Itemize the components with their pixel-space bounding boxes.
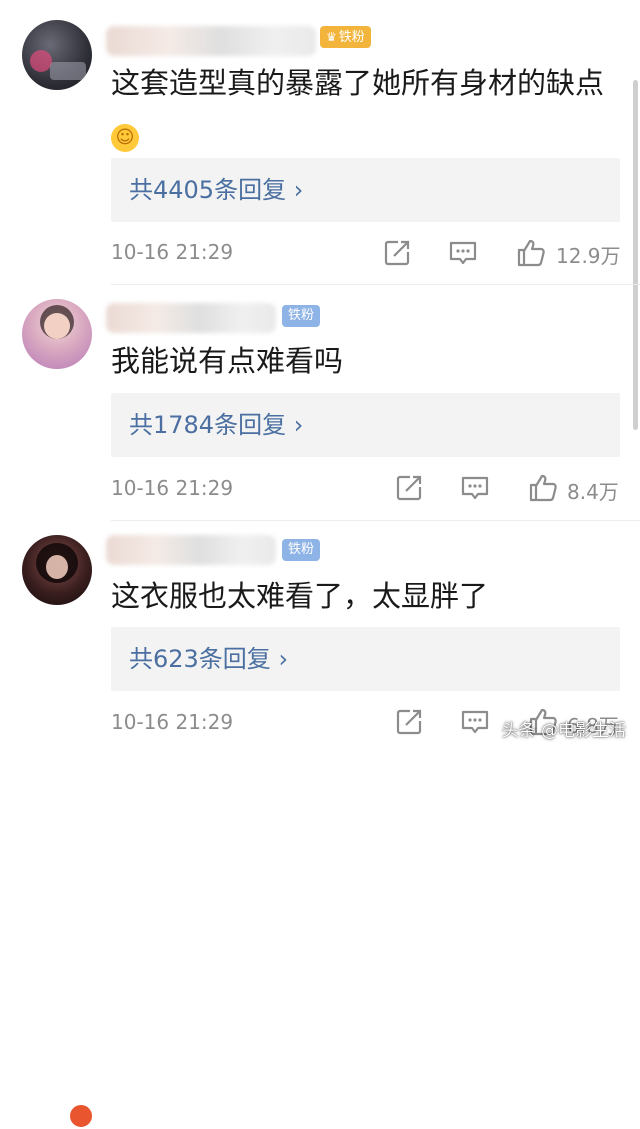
fan-badge[interactable]: ♛ 铁粉 — [320, 26, 371, 48]
comment-text: 这衣服也太难看了，太显胖了 — [111, 579, 489, 613]
comment-text: 我能说有点难看吗 — [111, 344, 344, 378]
comment-text: 这套造型真的暴露了她所有身材的缺点 ☺ — [111, 60, 621, 152]
chevron-right-icon: › — [293, 411, 304, 439]
share-icon[interactable] — [394, 473, 424, 503]
comment-icon[interactable] — [460, 707, 490, 737]
username-blurred[interactable] — [106, 535, 276, 565]
thumbs-up-icon[interactable] — [516, 238, 546, 268]
avatar[interactable] — [22, 20, 92, 90]
avatar[interactable] — [22, 299, 92, 369]
reply-count-label: 共623条回复 — [129, 645, 271, 673]
comment-timestamp: 10-16 21:29 — [111, 710, 234, 734]
comment-timestamp: 10-16 21:29 — [111, 240, 234, 264]
watermark: 头条 @电影生活 — [501, 721, 626, 741]
reply-count-label: 共4405条回复 — [129, 176, 287, 204]
laugh-cry-emoji-icon: ☺ — [111, 124, 139, 152]
crown-icon: ♛ — [326, 30, 337, 44]
fan-badge[interactable]: 铁粉 — [282, 539, 321, 561]
username-blurred[interactable] — [106, 303, 276, 333]
username-blurred[interactable] — [106, 26, 316, 56]
like-count: 8.4万 — [567, 480, 619, 504]
comment-timestamp: 10-16 21:29 — [111, 476, 234, 500]
reply-count-button[interactable]: 共623条回复 › — [111, 627, 620, 691]
comment-icon[interactable] — [460, 473, 490, 503]
verified-badge-icon — [68, 1103, 94, 1129]
chevron-right-icon: › — [293, 176, 304, 204]
avatar[interactable] — [22, 535, 92, 605]
reply-count-label: 共1784条回复 — [129, 411, 287, 439]
like-count: 12.9万 — [556, 244, 621, 268]
share-icon[interactable] — [394, 707, 424, 737]
comment-icon[interactable] — [448, 238, 478, 268]
thumbs-up-icon[interactable] — [528, 473, 558, 503]
comment-item: ♛ 铁粉 这套造型真的暴露了她所有身材的缺点 ☺ 共4405条回复 › 10-16… — [0, 0, 640, 285]
chevron-right-icon: › — [278, 645, 289, 673]
share-icon[interactable] — [382, 238, 412, 268]
reply-count-button[interactable]: 共4405条回复 › — [111, 158, 620, 222]
fan-badge[interactable]: 铁粉 — [282, 305, 321, 327]
reply-count-button[interactable]: 共1784条回复 › — [111, 393, 620, 457]
comment-item: 铁粉 我能说有点难看吗 共1784条回复 › 10-16 21:29 8.4万 — [0, 285, 640, 520]
